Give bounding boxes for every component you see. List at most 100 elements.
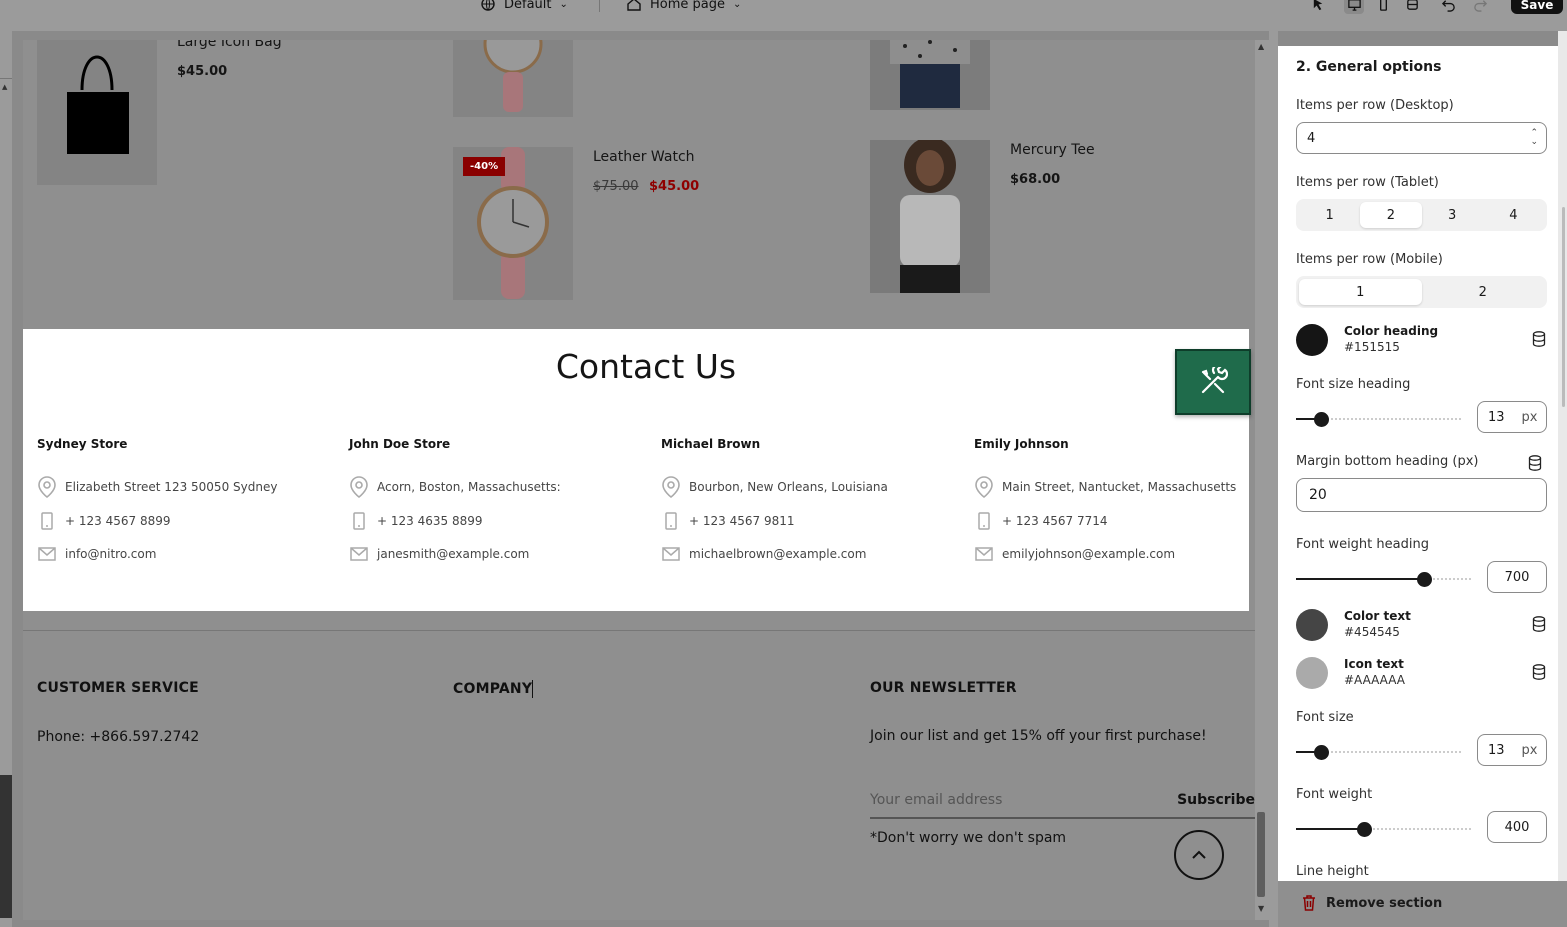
tee-image [900,140,960,293]
color-name: Icon text [1344,657,1404,671]
chevron-updown-icon: ⌃ ⌄ [1530,128,1538,147]
product-name[interactable]: Mercury Tee [1010,142,1095,158]
color-text-row: Color text #454545 [1296,609,1546,643]
phone-text: + 123 4635 8899 [377,514,483,528]
theme-selector[interactable]: Default ⌄ [480,0,568,14]
phone-text: + 123 4567 8899 [65,514,171,528]
product-image-watch-top[interactable] [453,40,573,117]
newsletter-email-field[interactable]: Your email address Subscribe [870,784,1255,819]
database-icon[interactable] [1528,455,1542,471]
database-icon[interactable] [1532,664,1546,680]
font-size-heading-input[interactable]: 13 px [1477,401,1547,433]
phone-text: + 123 4567 7714 [1002,514,1108,528]
page-selector[interactable]: Home page ⌄ [626,0,741,14]
left-sidebar-strip: ▲ [0,31,12,927]
home-icon [627,0,641,11]
subscribe-button[interactable]: Subscribe [1177,792,1255,808]
email-text[interactable]: info@nitro.com [65,547,156,561]
items-desktop-select[interactable]: 4 ⌃ ⌄ [1296,122,1547,154]
mail-icon [350,547,368,561]
watch-image [483,40,543,112]
segment-option[interactable]: 3 [1422,202,1483,228]
scroll-down-icon[interactable]: ▼ [1258,904,1264,913]
globe-icon [481,0,495,11]
color-swatch[interactable] [1296,657,1328,689]
section-tools-button[interactable] [1175,349,1251,415]
back-to-top-button[interactable] [1174,830,1224,880]
desktop-view-icon[interactable] [1344,0,1364,14]
company-heading-text: COMPANY [453,681,533,697]
color-swatch[interactable] [1296,324,1328,356]
items-mobile-segmented: 1 2 [1296,276,1547,308]
trash-icon [1303,895,1315,911]
section-title: Contact Us [555,347,737,386]
slider-knob[interactable] [1314,745,1329,760]
tools-icon [1201,367,1228,394]
input-unit: px [1521,742,1538,758]
font-size-heading-slider[interactable] [1296,412,1461,427]
select-cursor-icon[interactable] [1308,0,1328,14]
store-phone: + 123 4567 8899 [37,510,337,532]
font-size-slider[interactable] [1296,745,1461,760]
email-text[interactable]: janesmith@example.com [377,547,529,561]
canvas-scrollbar[interactable]: ▲ ▼ [1255,40,1269,920]
font-weight-input[interactable]: 400 [1487,811,1547,843]
product-name[interactable]: Large Icon Bag [177,40,282,50]
segment-option[interactable]: 4 [1483,202,1544,228]
fullscreen-icon[interactable] [1402,0,1422,14]
store-address: Acorn, Boston, Massachusetts: [349,476,649,498]
remove-section-button[interactable]: Remove section [1302,895,1442,911]
segment-option-selected[interactable]: 1 [1299,279,1422,305]
discount-badge: -40% [463,157,506,176]
store-email: emilyjohnson@example.com [974,544,1255,564]
input-value: 13 [1488,742,1505,758]
store-card: John Doe Store Acorn, Boston, Massachuse… [349,437,649,564]
theme-label: Default [504,0,552,12]
editor-topbar: Default ⌄ Home page ⌄ Save [0,0,1567,31]
newsletter-text: Join our list and get 15% off your first… [870,728,1207,744]
color-value: #454545 [1344,625,1400,639]
scroll-up-icon[interactable]: ▲ [1258,42,1264,51]
slider-knob[interactable] [1417,572,1432,587]
panel-scrollbar[interactable] [1558,31,1567,927]
font-weight-heading-slider[interactable] [1296,572,1471,587]
mobile-view-icon[interactable] [1373,0,1393,14]
footer-phone: Phone: +866.597.2742 [37,729,200,745]
segment-option[interactable]: 2 [1422,279,1545,305]
database-icon[interactable] [1532,616,1546,632]
contact-section[interactable]: Contact Us Sydney Store Elizabeth Street… [23,329,1249,611]
font-weight-heading-input[interactable]: 700 [1487,561,1547,593]
email-text[interactable]: emilyjohnson@example.com [1002,547,1175,561]
color-swatch[interactable] [1296,609,1328,641]
redo-icon[interactable] [1470,0,1490,14]
product-image-jeans[interactable] [870,40,990,110]
segment-option[interactable]: 1 [1299,202,1360,228]
font-size-input[interactable]: 13 px [1477,734,1547,766]
product-image-bag[interactable] [37,40,157,185]
email-placeholder[interactable]: Your email address [870,792,1002,808]
margin-bottom-heading-input[interactable]: 20 [1296,478,1547,512]
slider-knob[interactable] [1314,412,1329,427]
color-name: Color text [1344,609,1411,623]
database-icon[interactable] [1532,331,1546,347]
segment-option-selected[interactable]: 2 [1360,202,1422,228]
undo-icon[interactable] [1438,0,1458,14]
footer-heading-company[interactable]: COMPANY [453,680,534,698]
slider-knob[interactable] [1357,822,1372,837]
input-unit: px [1521,409,1538,425]
icon-text-row: Icon text #AAAAAA [1296,657,1546,691]
save-button[interactable]: Save [1511,0,1563,14]
page-label: Home page [650,0,725,12]
items-tablet-label: Items per row (Tablet) [1296,175,1439,190]
map-pin-icon [662,476,680,498]
product-price: $45.00 [177,64,228,79]
product-image-mercury-tee[interactable] [870,140,990,293]
scroll-up-arrow-icon[interactable]: ▲ [2,83,7,91]
chevron-down-icon: ⌄ [733,0,742,10]
email-text[interactable]: michaelbrown@example.com [689,547,866,561]
font-weight-slider[interactable] [1296,822,1471,837]
font-size-label: Font size [1296,710,1354,725]
scrollbar-thumb[interactable] [1257,812,1265,897]
product-name[interactable]: Leather Watch [593,149,695,165]
scrollbar-thumb[interactable] [1562,207,1565,407]
